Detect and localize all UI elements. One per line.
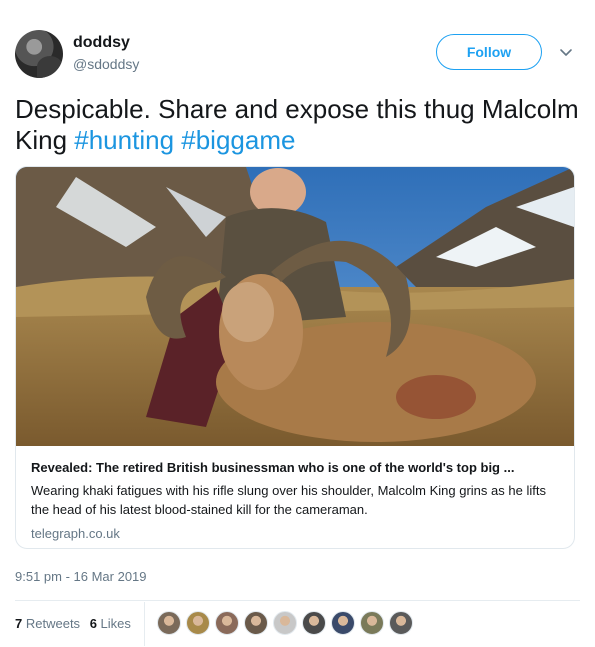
retweets-label: Retweets <box>25 616 81 631</box>
liker-avatar[interactable] <box>389 611 413 635</box>
liker-avatar[interactable] <box>186 611 210 635</box>
liker-avatar[interactable] <box>157 611 181 635</box>
card-description: Wearing khaki fatigues with his rifle sl… <box>31 483 546 517</box>
divider <box>15 600 580 601</box>
article-image <box>16 167 574 446</box>
chevron-down-icon[interactable] <box>558 44 574 60</box>
tweet-stats: 7 Retweets 6 Likes <box>15 614 137 634</box>
retweets-stat[interactable]: 7 Retweets <box>15 614 80 634</box>
liker-avatar[interactable] <box>244 611 268 635</box>
link-card[interactable]: Revealed: The retired British businessma… <box>15 166 575 549</box>
display-name[interactable]: doddsy <box>73 33 139 53</box>
likes-label: Likes <box>100 616 131 631</box>
liker-avatar[interactable] <box>331 611 355 635</box>
hashtag-biggame[interactable]: #biggame <box>181 125 295 155</box>
follow-button[interactable]: Follow <box>436 34 542 70</box>
card-title[interactable]: Revealed: The retired British businessma… <box>31 459 561 477</box>
liker-avatar[interactable] <box>302 611 326 635</box>
tweet-timestamp[interactable]: 9:51 pm - 16 Mar 2019 <box>15 569 147 584</box>
card-body: Revealed: The retired British businessma… <box>31 459 561 543</box>
tweet-header: doddsy @sdoddsy Follow <box>15 30 580 80</box>
liker-avatar[interactable] <box>360 611 384 635</box>
liker-avatar[interactable] <box>215 611 239 635</box>
likes-stat[interactable]: 6 Likes <box>90 614 131 634</box>
retweets-count: 7 <box>15 616 23 631</box>
user-names: doddsy @sdoddsy <box>73 33 139 74</box>
user-handle[interactable]: @sdoddsy <box>73 54 139 74</box>
tweet-text: Despicable. Share and expose this thug M… <box>15 94 580 156</box>
likes-count: 6 <box>89 616 97 631</box>
card-domain: telegraph.co.uk <box>31 526 120 541</box>
stats-divider <box>144 602 145 646</box>
hashtag-hunting[interactable]: #hunting <box>74 125 174 155</box>
likers-avatars <box>157 611 418 637</box>
user-avatar[interactable] <box>15 30 63 78</box>
liker-avatar[interactable] <box>273 611 297 635</box>
